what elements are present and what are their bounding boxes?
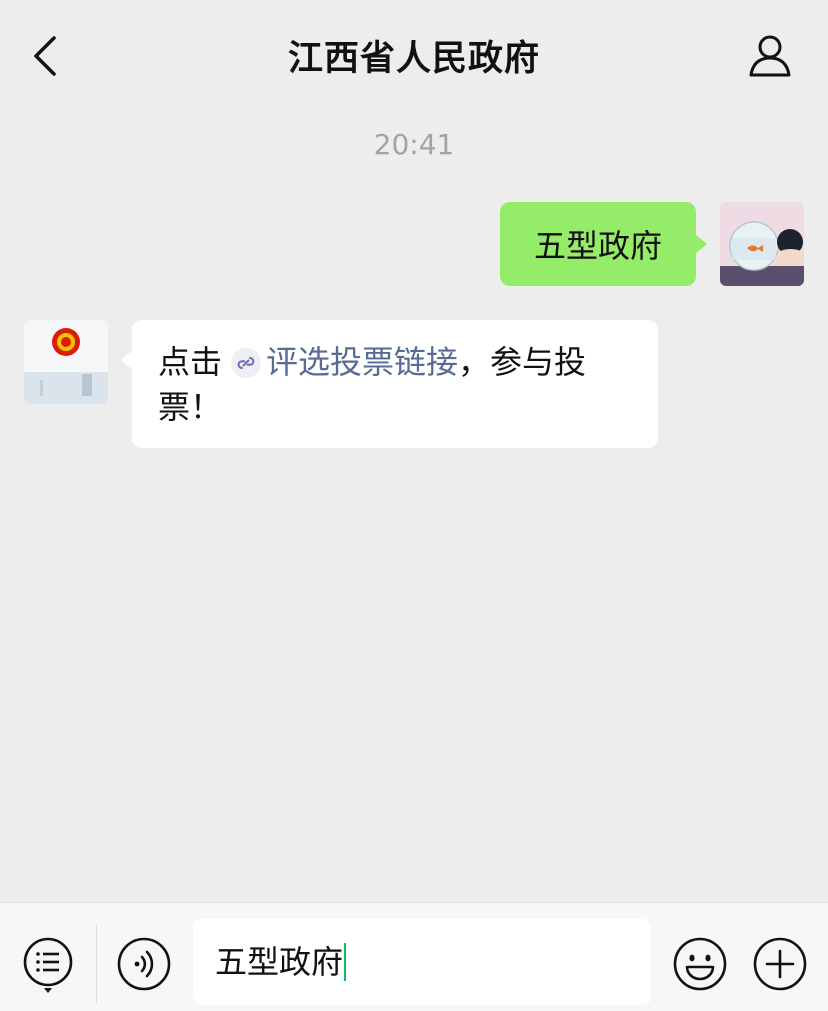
- chat-header: 江西省人民政府: [0, 0, 828, 112]
- vote-link[interactable]: 评选投票链接: [266, 343, 458, 381]
- message-timestamp: 20:41: [373, 128, 455, 161]
- sender-avatar[interactable]: [24, 320, 108, 404]
- more-button[interactable]: [752, 936, 808, 992]
- plus-icon: [753, 937, 807, 991]
- input-toolbar: 五型政府: [0, 902, 828, 1011]
- message-input[interactable]: 五型政府: [193, 919, 651, 1005]
- emoji-button[interactable]: [672, 936, 728, 992]
- fishbowl-avatar-image: [720, 202, 804, 286]
- outgoing-message[interactable]: 五型政府: [500, 202, 707, 286]
- emoji-icon: [673, 937, 727, 991]
- jiangxi-government-logo: [24, 320, 108, 404]
- page-title: 江西省人民政府: [287, 39, 540, 79]
- my-avatar[interactable]: [720, 202, 804, 286]
- message-text-prefix: 点击: [158, 343, 223, 381]
- mini-program-link-icon: [230, 346, 262, 378]
- voice-button[interactable]: [116, 936, 172, 992]
- incoming-message: 点击 评选投票链接，参与投票！: [121, 320, 658, 448]
- outgoing-message-text: 五型政府: [533, 227, 662, 265]
- menu-button[interactable]: [22, 935, 74, 995]
- menu-list-icon: [23, 937, 73, 993]
- chat-info-button[interactable]: [746, 32, 794, 80]
- text-cursor: [344, 943, 347, 981]
- toolbar-divider: [96, 925, 97, 1003]
- person-icon: [749, 35, 791, 77]
- voice-icon: [117, 937, 171, 991]
- message-input-value: 五型政府: [215, 943, 344, 981]
